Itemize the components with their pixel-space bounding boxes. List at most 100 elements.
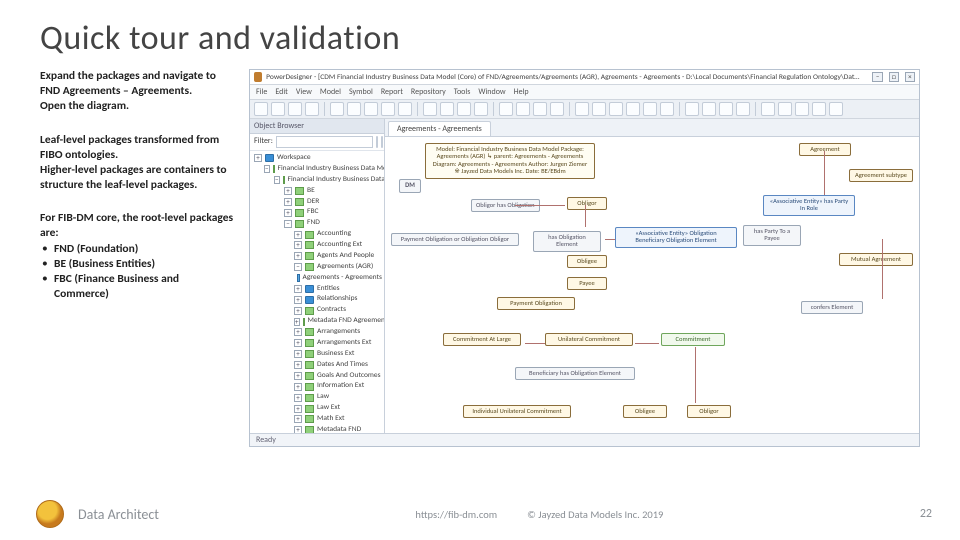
toolbar-button[interactable] [736,102,750,116]
tree-item[interactable]: +Arrangements Ext [250,338,384,349]
entity-payment-obligation[interactable]: Payment Obligation [497,297,575,310]
entity-payee[interactable]: Payee [567,277,607,290]
tree-item[interactable]: +Accounting [250,229,384,240]
tree-item[interactable]: +Dates And Times [250,360,384,371]
filter-toggle-button[interactable] [381,136,383,148]
expand-toggle[interactable]: + [254,154,262,162]
expand-toggle[interactable]: + [294,339,302,347]
tree-item[interactable]: −Financial Industry Business Data Model … [250,175,384,186]
toolbar-button[interactable] [499,102,513,116]
toolbar-button[interactable] [347,102,361,116]
tree-item[interactable]: +Law Ext [250,403,384,414]
expand-toggle[interactable]: + [294,405,302,413]
tree-item[interactable]: +Contracts [250,305,384,316]
expand-toggle[interactable]: + [284,198,292,206]
entity-agreement[interactable]: Agreement [799,143,851,156]
toolbar-button[interactable] [330,102,344,116]
tree-item[interactable]: +Math Ext [250,414,384,425]
toolbar-button[interactable] [533,102,547,116]
toolbar-button[interactable] [440,102,454,116]
menu-view[interactable]: View [296,87,312,97]
toolbar-button[interactable] [398,102,412,116]
tree-item[interactable]: +Accounting Ext [250,240,384,251]
expand-toggle[interactable]: + [294,252,302,260]
tree-item[interactable]: +Workspace [250,153,384,164]
toolbar-button[interactable] [812,102,826,116]
entity-obligor[interactable]: Obligor [567,197,607,210]
toolbar-button[interactable] [457,102,471,116]
close-button[interactable]: × [905,72,915,82]
tree-item[interactable]: +Metadata FND Agreements [250,316,384,327]
menu-model[interactable]: Model [320,87,341,97]
entity-commitment[interactable]: Commitment [661,333,725,346]
entity-unilateral-commitment[interactable]: Unilateral Commitment [545,333,633,346]
toolbar-button[interactable] [575,102,589,116]
toolbar-button[interactable] [381,102,395,116]
menu-help[interactable]: Help [514,87,529,97]
toolbar-button[interactable] [609,102,623,116]
expand-toggle[interactable]: + [294,241,302,249]
toolbar-button[interactable] [423,102,437,116]
tree-item[interactable]: +Relationships [250,294,384,305]
entity-agreement-subtype[interactable]: Agreement subtype [849,169,913,182]
expand-toggle[interactable]: + [294,394,302,402]
expand-toggle[interactable]: − [264,165,270,173]
tree-item[interactable]: +Arrangements [250,327,384,338]
tree-item[interactable]: +Metadata FND [250,425,384,433]
entity-obligor-b[interactable]: Obligor [687,405,731,418]
assoc-has-party-in-role[interactable]: «Associative Entity» has Party In Role [763,195,855,216]
canvas-tab-agreements[interactable]: Agreements - Agreements [388,121,491,136]
maximize-button[interactable]: □ [889,72,899,82]
toolbar-button[interactable] [626,102,640,116]
tree-item[interactable]: −Agreements (AGR) [250,262,384,273]
expand-toggle[interactable]: + [294,426,302,433]
toolbar-button[interactable] [660,102,674,116]
toolbar-button[interactable] [254,102,268,116]
entity-mutual-agreement[interactable]: Mutual Agreement [839,253,913,266]
menu-tools[interactable]: Tools [454,87,471,97]
tree-item[interactable]: +FBC [250,207,384,218]
entity-individual-unilateral[interactable]: Individual Unilateral Commitment [463,405,571,418]
toolbar-button[interactable] [474,102,488,116]
toolbar-button[interactable] [305,102,319,116]
filter-toggle-button[interactable] [376,136,378,148]
menu-edit[interactable]: Edit [275,87,288,97]
toolbar-button[interactable] [271,102,285,116]
filter-input[interactable] [276,136,373,148]
toolbar-button[interactable] [643,102,657,116]
entity-obligee[interactable]: Obligee [567,255,607,268]
tree-item[interactable]: +Goals And Outcomes [250,371,384,382]
expand-toggle[interactable]: − [274,176,280,184]
toolbar-button[interactable] [702,102,716,116]
toolbar-button[interactable] [550,102,564,116]
toolbar-button[interactable] [719,102,733,116]
menu-file[interactable]: File [256,87,267,97]
toolbar-button[interactable] [592,102,606,116]
diagram-canvas[interactable]: Model: Financial Industry Business Data … [385,137,919,433]
expand-toggle[interactable]: + [294,296,302,304]
expand-toggle[interactable]: + [294,285,302,293]
menu-repository[interactable]: Repository [411,87,446,97]
tree-item[interactable]: +Agents And People [250,251,384,262]
tree-item[interactable]: +BE [250,186,384,197]
package-tree[interactable]: +Workspace−Financial Industry Business D… [250,151,384,433]
assoc-obligation-beneficiary[interactable]: «Associative Entity» Obligation Benefici… [615,227,737,248]
toolbar-button[interactable] [795,102,809,116]
tree-item[interactable]: −Financial Industry Business Data Model [250,164,384,175]
expand-toggle[interactable]: + [294,231,302,239]
expand-toggle[interactable]: + [294,318,300,326]
expand-toggle[interactable]: + [294,372,302,380]
tree-item[interactable]: +Entities [250,284,384,295]
expand-toggle[interactable]: + [284,209,292,217]
menu-symbol[interactable]: Symbol [349,87,373,97]
minimize-button[interactable]: – [872,72,882,82]
menu-window[interactable]: Window [478,87,505,97]
tree-item[interactable]: Agreements - Agreements [250,273,384,284]
toolbar-button[interactable] [778,102,792,116]
expand-toggle[interactable]: + [294,383,302,391]
tree-item[interactable]: +Information Ext [250,381,384,392]
expand-toggle[interactable]: + [294,415,302,423]
entity-commitment-at-large[interactable]: Commitment At Large [443,333,521,346]
toolbar-button[interactable] [829,102,843,116]
entity-obligee-b[interactable]: Obligee [623,405,667,418]
